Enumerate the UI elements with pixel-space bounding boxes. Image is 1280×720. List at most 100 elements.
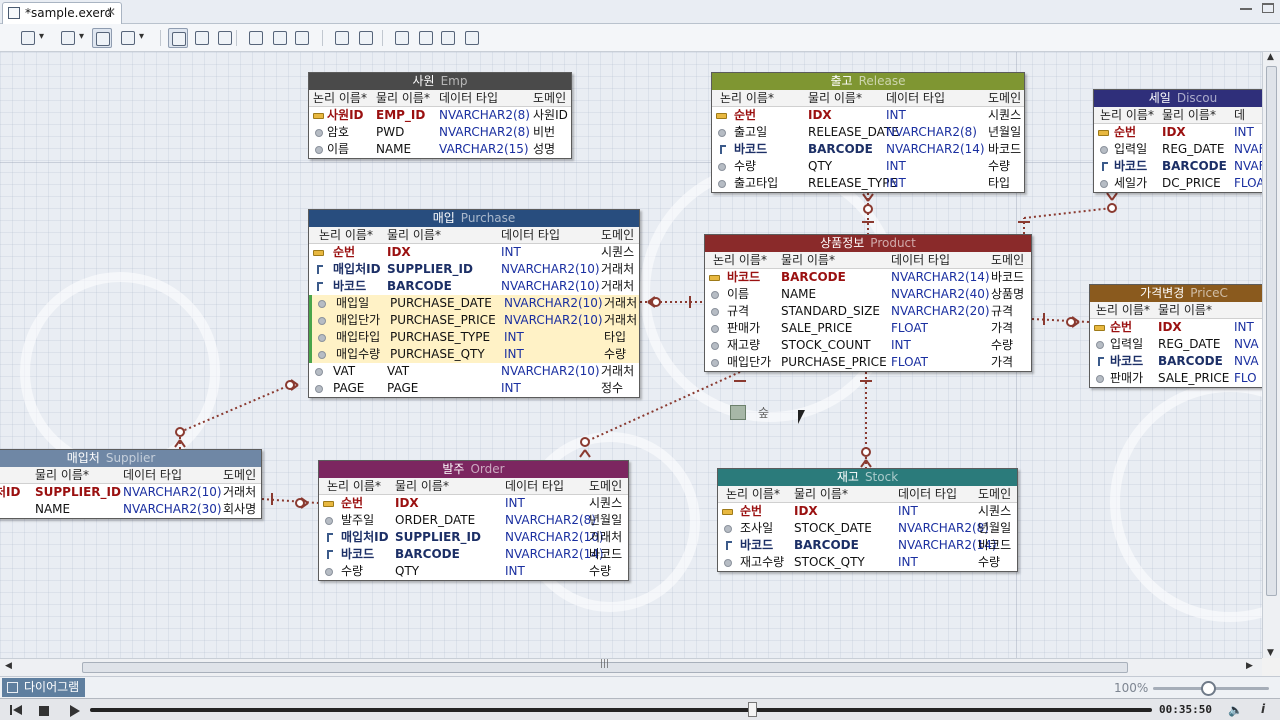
attribute-row[interactable]: 입력일 REG_DATE NVA <box>1090 336 1262 353</box>
attribute-row[interactable]: 조사일 STOCK_DATE NVARCHAR2(8) 년월일 <box>718 520 1017 537</box>
attribute-row[interactable]: 발주일 ORDER_DATE NVARCHAR2(8) 년월일 <box>319 512 628 529</box>
horizontal-scrollbar[interactable]: ◀ ||| ▶ <box>0 658 1262 676</box>
entity-title[interactable]: 가격변경 PriceC <box>1090 285 1262 302</box>
attribute-row[interactable]: 규격 STANDARD_SIZE NVARCHAR2(20) 규격 <box>705 303 1031 320</box>
close-tab-icon[interactable]: ✕ <box>106 5 116 19</box>
attribute-row[interactable]: 수량 QTY INT 수량 <box>319 563 628 580</box>
attribute-row[interactable]: 입력일 REG_DATE NVAF <box>1094 141 1262 158</box>
attribute-row[interactable]: NAME NVARCHAR2(30) 회사명 <box>0 501 261 518</box>
attribute-row[interactable]: 순번 IDX INT <box>1090 319 1262 336</box>
text-icon[interactable] <box>332 28 352 48</box>
entity-title[interactable]: 매입처 Supplier <box>0 450 261 467</box>
entity-title[interactable]: 사원 Emp <box>309 73 571 90</box>
attribute-row[interactable]: 수량 QTY INT 수량 <box>712 158 1024 175</box>
entity-supplier[interactable]: 매입처Supplier름*물리 이름*데이터 타입도메인처IDSUPPLIER_… <box>0 449 262 519</box>
volume-icon[interactable]: 🔈 <box>1228 703 1243 717</box>
relationship-line[interactable] <box>1031 318 1090 323</box>
entity-price[interactable]: 가격변경 PriceC 논리 이름* 물리 이름* 순번 IDX INT 입력일 REG_DAT… <box>1089 284 1262 388</box>
scroll-right-icon[interactable]: ▶ <box>1246 661 1253 671</box>
diagram-tab[interactable]: 다이어그램 <box>2 678 86 697</box>
scroll-up-icon[interactable]: ▲ <box>1267 52 1274 62</box>
scroll-down-icon[interactable]: ▼ <box>1267 648 1274 658</box>
attribute-row[interactable]: 세일가 DC_PRICE FLOA <box>1094 175 1262 192</box>
zoom-icon[interactable] <box>215 28 235 48</box>
attribute-row[interactable]: 재고량 STOCK_COUNT INT 수량 <box>705 337 1031 354</box>
skip-back-icon[interactable] <box>10 703 24 717</box>
attribute-row[interactable]: 순번 IDX INT 시퀀스 <box>309 244 639 261</box>
attribute-row[interactable]: 이름 NAME VARCHAR2(15) 성명 <box>309 141 571 158</box>
attribute-row[interactable]: 사원ID EMP_ID NVARCHAR2(8) 사원ID <box>309 107 571 124</box>
entity-title[interactable]: 재고 Stock <box>718 469 1017 486</box>
seek-bar[interactable] <box>90 708 1152 712</box>
play-icon[interactable] <box>70 705 80 717</box>
relation-icon[interactable] <box>270 28 290 48</box>
attribute-row[interactable]: 매입타입 PURCHASE_TYPE INT 타입 <box>309 329 639 346</box>
diagram-canvas[interactable]: 사원 Emp 논리 이름* 물리 이름* 데이터 타입 도메인 사원ID EMP_ID NVAR… <box>0 52 1262 658</box>
zoom-slider-handle[interactable] <box>1201 681 1216 696</box>
entity-title[interactable]: 상품정보 Product <box>705 235 1031 252</box>
page-icon[interactable] <box>118 28 144 48</box>
pointer-icon[interactable] <box>168 28 188 48</box>
attribute-row[interactable]: 암호 PWD NVARCHAR2(8) 비번 <box>309 124 571 141</box>
file-tab[interactable]: *sample.exerd ✕ <box>2 2 122 24</box>
entity-title[interactable]: 매입 Purchase <box>309 210 639 227</box>
vertical-scrollbar[interactable]: ▲ ▼ <box>1262 52 1280 658</box>
minimize-icon[interactable] <box>1240 3 1252 10</box>
attribute-row[interactable]: 바코드 BARCODE NVARCHAR2(14) 바코드 <box>705 269 1031 286</box>
scroll-left-icon[interactable]: ◀ <box>5 661 12 671</box>
attribute-row[interactable]: 처ID SUPPLIER_IDNVARCHAR2(10)거래처 <box>0 484 261 501</box>
help-icon[interactable] <box>462 28 482 48</box>
seek-handle[interactable] <box>748 702 758 717</box>
attribute-row[interactable]: 이름 NAME NVARCHAR2(40) 상품명 <box>705 286 1031 303</box>
sync-icon[interactable] <box>438 28 458 48</box>
attribute-row[interactable]: 매입단가 PURCHASE_PRICE NVARCHAR2(10) 거래처 <box>309 312 639 329</box>
attribute-row[interactable]: 판매가 SALE_PRICE FLOAT 가격 <box>705 320 1031 337</box>
entity-emp[interactable]: 사원 Emp 논리 이름* 물리 이름* 데이터 타입 도메인 사원ID EMP_ID NVAR… <box>308 72 572 159</box>
entity-product[interactable]: 상품정보 Product 논리 이름* 물리 이름* 데이터 타입 도메인 바코드 BARCO… <box>704 234 1032 372</box>
attribute-row[interactable]: 매입수량 PURCHASE_QTY INT 수량 <box>309 346 639 363</box>
layout-icon[interactable] <box>18 28 44 48</box>
paint-icon[interactable] <box>58 28 84 48</box>
attribute-row[interactable]: 매입일 PURCHASE_DATE NVARCHAR2(10) 거래처 <box>309 295 639 312</box>
entity-release[interactable]: 출고 Release 논리 이름* 물리 이름* 데이터 타입 도메인 순번 IDX INT 시퀀… <box>711 72 1025 193</box>
attribute-row[interactable]: 바코드 BARCODE NVARCHAR2(10) 거래처 <box>309 278 639 295</box>
attribute-row[interactable]: 바코드 BARCODE NVAF <box>1094 158 1262 175</box>
import-icon[interactable] <box>416 28 436 48</box>
attribute-row[interactable]: 매입단가 PURCHASE_PRICE FLOAT 가격 <box>705 354 1031 371</box>
relationship-line[interactable] <box>261 498 319 504</box>
attribute-row[interactable]: 재고수량 STOCK_QTY INT 수량 <box>718 554 1017 571</box>
entity-title[interactable]: 세일 Discou <box>1094 90 1262 107</box>
hand-icon[interactable] <box>192 28 212 48</box>
attribute-row[interactable]: 출고타입 RELEASE_TYPE INT 타입 <box>712 175 1024 192</box>
relationship-line[interactable] <box>1023 207 1113 219</box>
info-icon[interactable]: i <box>1261 702 1265 716</box>
attribute-row[interactable]: 판매가 SALE_PRICE FLO <box>1090 370 1262 387</box>
table-icon[interactable] <box>92 28 112 48</box>
attribute-row[interactable]: 순번 IDX INT <box>1094 124 1262 141</box>
entity-discount[interactable]: 세일 Discou 논리 이름* 물리 이름* 데 순번 IDX INT 입력일 REG_DATE… <box>1093 89 1262 193</box>
attribute-row[interactable]: PAGE PAGE INT 정수 <box>309 380 639 397</box>
attribute-row[interactable]: 순번 IDX INT 시퀀스 <box>718 503 1017 520</box>
attribute-row[interactable]: 출고일 RELEASE_DATE NVARCHAR2(8) 년월일 <box>712 124 1024 141</box>
entity-stock[interactable]: 재고 Stock 논리 이름* 물리 이름* 데이터 타입 도메인 순번 IDX INT 시퀀스 조… <box>717 468 1018 572</box>
attribute-row[interactable]: 바코드 BARCODE NVARCHAR2(14) 바코드 <box>319 546 628 563</box>
entity-order[interactable]: 발주 Order 논리 이름* 물리 이름* 데이터 타입 도메인 순번 IDX INT 시퀀스 발… <box>318 460 629 581</box>
entity-icon[interactable] <box>246 28 266 48</box>
print-icon[interactable] <box>356 28 376 48</box>
relationship-line[interactable] <box>179 384 291 433</box>
memo-note[interactable]: 숲 <box>728 402 858 424</box>
entity-purchase[interactable]: 매입 Purchase 논리 이름* 물리 이름* 데이터 타입 도메인 순번 IDX INT 시… <box>308 209 640 398</box>
attribute-row[interactable]: 매입처ID SUPPLIER_ID NVARCHAR2(10) 거래처 <box>309 261 639 278</box>
entity-title[interactable]: 발주 Order <box>319 461 628 478</box>
link-icon[interactable] <box>292 28 312 48</box>
stop-icon[interactable] <box>39 706 49 716</box>
attribute-row[interactable]: 바코드 BARCODE NVA <box>1090 353 1262 370</box>
maximize-icon[interactable] <box>1262 3 1274 13</box>
attribute-row[interactable]: 바코드 BARCODE NVARCHAR2(14) 바코드 <box>718 537 1017 554</box>
export-icon[interactable] <box>392 28 412 48</box>
attribute-row[interactable]: 순번 IDX INT 시퀀스 <box>712 107 1024 124</box>
attribute-row[interactable]: VAT VAT NVARCHAR2(10) 거래처 <box>309 363 639 380</box>
attribute-row[interactable]: 바코드 BARCODE NVARCHAR2(14) 바코드 <box>712 141 1024 158</box>
attribute-row[interactable]: 순번 IDX INT 시퀀스 <box>319 495 628 512</box>
attribute-row[interactable]: 매입처ID SUPPLIER_ID NVARCHAR2(10) 거래처 <box>319 529 628 546</box>
